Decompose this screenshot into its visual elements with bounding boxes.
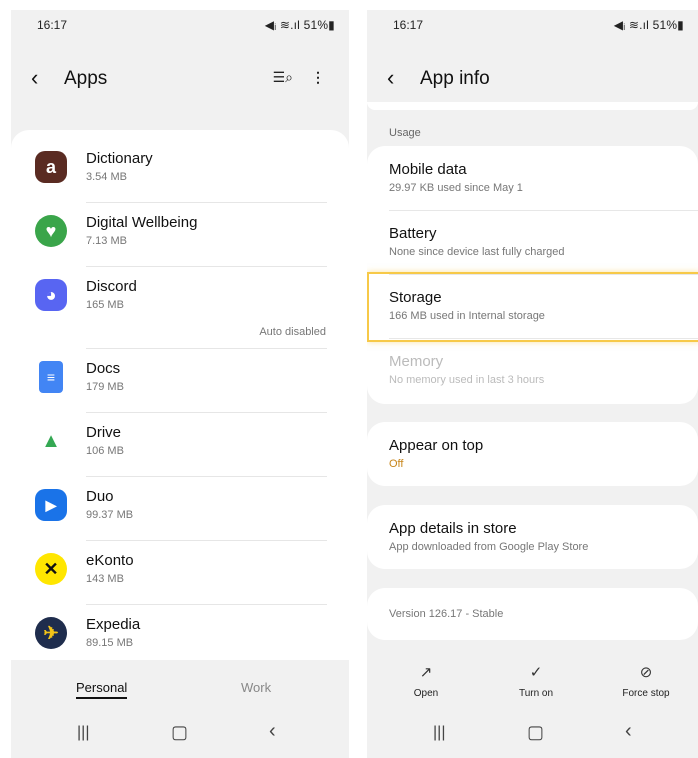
app-name: Expedia — [86, 616, 141, 633]
info-subtitle: None since device last fully charged — [389, 246, 565, 258]
back-nav-icon[interactable]: ‹ — [625, 720, 632, 743]
app-size: 99.37 MB — [86, 509, 134, 521]
action-label: Turn on — [518, 688, 554, 699]
status-time: 16:17 — [37, 18, 68, 32]
app-size: 7.13 MB — [86, 235, 127, 247]
navigation-bar: ||| ▢ ‹ — [11, 712, 349, 758]
more-options-icon[interactable]: ⋮ — [311, 69, 325, 86]
app-name: eKonto — [86, 552, 134, 569]
app-info-screen: 16:17 ◀ᵢ ≋.ıl 51%▮ ‹ App info Usage Mobi… — [367, 10, 698, 758]
app-row-drive[interactable]: ▲ Drive 106 MB — [11, 412, 349, 476]
filter-search-icon[interactable]: ☰⌕ — [273, 69, 293, 86]
app-row-docs[interactable]: ≡ Docs 179 MB — [11, 348, 349, 412]
back-icon[interactable]: ‹ — [387, 65, 394, 91]
app-name: Discord — [86, 278, 137, 295]
app-details-in-store-row[interactable]: App details in store App downloaded from… — [367, 505, 698, 569]
app-name: Duo — [86, 488, 114, 505]
app-info-header: ‹ App info — [367, 65, 698, 97]
discord-icon: ◕ — [35, 279, 67, 311]
docs-icon: ≡ — [39, 361, 63, 393]
apps-header: ‹ Apps ☰⌕ ⋮ — [11, 65, 349, 97]
status-icons: ◀ᵢ ≋.ıl 51%▮ — [264, 18, 335, 32]
check-circle-icon: ✓ — [529, 664, 543, 681]
apps-screen: 16:17 ◀ᵢ ≋.ıl 51%▮ ‹ Apps ☰⌕ ⋮ a Diction… — [11, 10, 349, 758]
ekonto-icon: ✕ — [35, 553, 67, 585]
expedia-icon: ✈ — [35, 617, 67, 649]
duo-icon: ▶ — [35, 489, 67, 521]
action-bar: ↗ Open ✓ Turn on ⊘ Force stop — [367, 662, 698, 708]
turn-on-button[interactable]: ✓ Turn on — [496, 662, 576, 699]
app-size: 165 MB — [86, 299, 124, 311]
info-subtitle: 166 MB used in Internal storage — [389, 310, 545, 322]
tab-personal[interactable]: Personal — [76, 680, 128, 699]
appear-on-top-row[interactable]: Appear on top Off — [367, 422, 698, 486]
info-subtitle: No memory used in last 3 hours — [389, 374, 545, 386]
battery-row[interactable]: Battery None since device last fully cha… — [367, 210, 698, 274]
app-size: 179 MB — [86, 381, 124, 393]
app-row-ekonto[interactable]: ✕ eKonto 143 MB — [11, 540, 349, 604]
apps-list: a Dictionary 3.54 MB ♥ Digital Wellbeing… — [11, 130, 349, 660]
status-icons: ◀ᵢ ≋.ıl 51%▮ — [613, 18, 684, 32]
info-title: Mobile data — [389, 161, 467, 178]
force-stop-icon: ⊘ — [639, 664, 653, 681]
profile-tabs: Personal Work — [11, 660, 349, 712]
info-subtitle: 29.97 KB used since May 1 — [389, 182, 523, 194]
mobile-data-row[interactable]: Mobile data 29.97 KB used since May 1 — [367, 146, 698, 210]
back-icon[interactable]: ‹ — [31, 65, 38, 91]
force-stop-button[interactable]: ⊘ Force stop — [606, 662, 686, 699]
version-text: Version 126.17 - Stable — [389, 608, 504, 620]
app-name: Dictionary — [86, 150, 153, 167]
app-size: 3.54 MB — [86, 171, 127, 183]
open-button[interactable]: ↗ Open — [386, 662, 466, 699]
app-size: 143 MB — [86, 573, 124, 585]
auto-disabled-label: Auto disabled — [259, 326, 326, 338]
status-time: 16:17 — [393, 18, 424, 32]
usage-section-label: Usage — [389, 127, 421, 139]
info-title: Memory — [389, 353, 444, 370]
digital-wellbeing-icon: ♥ — [35, 215, 67, 247]
recents-icon[interactable]: ||| — [433, 724, 445, 742]
version-card: Version 126.17 - Stable — [367, 588, 698, 640]
back-nav-icon[interactable]: ‹ — [269, 720, 276, 743]
navigation-bar: ||| ▢ ‹ — [367, 712, 698, 758]
status-bar: 16:17 ◀ᵢ ≋.ıl 51%▮ — [367, 18, 698, 36]
status-bar: 16:17 ◀ᵢ ≋.ıl 51%▮ — [11, 18, 349, 36]
usage-card: Mobile data 29.97 KB used since May 1 Ba… — [367, 146, 698, 404]
memory-row: Memory No memory used in last 3 hours — [367, 338, 698, 402]
info-subtitle: Off — [389, 458, 404, 470]
info-title: Battery — [389, 225, 437, 242]
drive-icon: ▲ — [35, 425, 67, 457]
storage-row[interactable]: Storage 166 MB used in Internal storage — [367, 274, 698, 338]
app-row-discord[interactable]: ◕ Discord 165 MB Auto disabled — [11, 266, 349, 348]
info-title: Appear on top — [389, 437, 484, 454]
app-size: 106 MB — [86, 445, 124, 457]
recents-icon[interactable]: ||| — [77, 724, 89, 742]
info-title: App details in store — [389, 520, 517, 537]
store-card: App details in store App downloaded from… — [367, 505, 698, 569]
app-name: Docs — [86, 360, 121, 377]
info-title: Storage — [389, 289, 442, 306]
app-row-expedia[interactable]: ✈ Expedia 89.15 MB — [11, 604, 349, 660]
action-label: Force stop — [622, 688, 670, 699]
app-size: 89.15 MB — [86, 637, 134, 649]
appear-on-top-card: Appear on top Off — [367, 422, 698, 486]
page-title: Apps — [64, 68, 108, 89]
home-icon[interactable]: ▢ — [527, 722, 544, 743]
action-label: Open — [413, 688, 439, 699]
app-name: Digital Wellbeing — [86, 214, 198, 231]
app-row-dictionary[interactable]: a Dictionary 3.54 MB — [11, 138, 349, 202]
app-row-digital-wellbeing[interactable]: ♥ Digital Wellbeing 7.13 MB — [11, 202, 349, 266]
open-external-icon: ↗ — [419, 664, 433, 681]
dictionary-icon: a — [35, 151, 67, 183]
app-header-card-edge — [367, 102, 698, 110]
app-name: Drive — [86, 424, 122, 441]
app-row-duo[interactable]: ▶ Duo 99.37 MB — [11, 476, 349, 540]
page-title: App info — [420, 68, 490, 89]
info-subtitle: App downloaded from Google Play Store — [389, 541, 589, 553]
home-icon[interactable]: ▢ — [171, 722, 188, 743]
tab-work[interactable]: Work — [241, 680, 271, 695]
